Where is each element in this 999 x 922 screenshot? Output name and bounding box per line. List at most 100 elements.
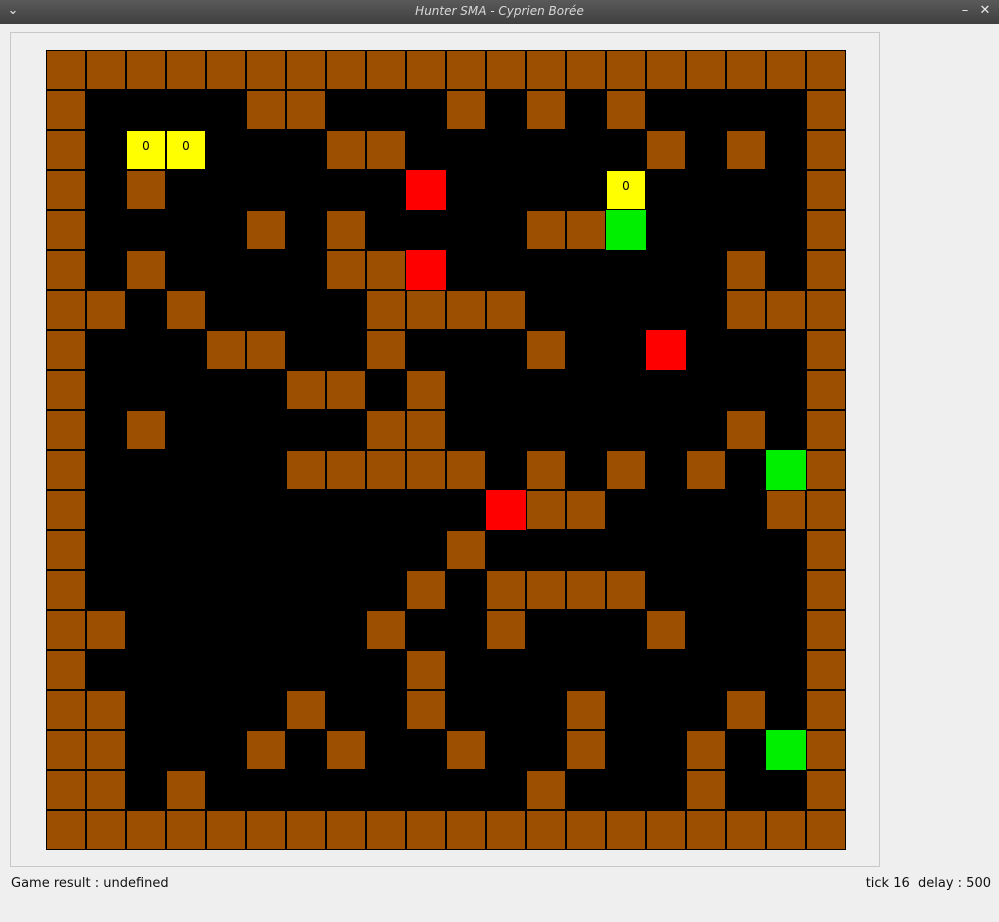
wall-cell [86,610,126,650]
tick-delay-label: tick 16 delay : 500 [865,876,991,891]
wall-cell [366,450,406,490]
wall-cell [286,690,326,730]
wall-cell [46,90,86,130]
wall-cell [166,290,206,330]
wall-cell [446,90,486,130]
wall-cell [766,290,806,330]
wall-cell [726,130,766,170]
wall-cell [286,810,326,850]
wall-cell [246,90,286,130]
wall-cell [46,650,86,690]
wall-cell [806,330,846,370]
wall-cell [326,370,366,410]
wall-cell [806,210,846,250]
wall-cell [566,570,606,610]
wall-cell [46,170,86,210]
wall-cell [46,50,86,90]
wall-cell [246,810,286,850]
wall-cell [726,50,766,90]
wall-cell [806,410,846,450]
wall-cell [326,730,366,770]
wall-cell [566,810,606,850]
wall-cell [166,770,206,810]
wall-cell [806,650,846,690]
wall-cell [526,770,566,810]
wall-cell [566,490,606,530]
wall-cell [246,330,286,370]
wall-cell [366,810,406,850]
wall-cell [806,490,846,530]
wall-cell [366,130,406,170]
wall-cell [446,50,486,90]
red-cell [646,330,686,370]
hunter-cell: 0 [126,130,166,170]
wall-cell [46,410,86,450]
wall-cell [406,570,446,610]
wall-cell [806,290,846,330]
wall-cell [806,770,846,810]
close-icon[interactable]: ✕ [976,2,994,20]
wall-cell [606,570,646,610]
wall-cell [246,730,286,770]
red-cell [406,170,446,210]
title-bar: ⌄ Hunter SMA - Cyprien Borée – ✕ [0,0,999,24]
wall-cell [806,730,846,770]
wall-cell [46,690,86,730]
wall-cell [366,610,406,650]
wall-cell [566,690,606,730]
wall-cell [686,810,726,850]
wall-cell [46,290,86,330]
wall-cell [526,490,566,530]
wall-cell [326,130,366,170]
wall-cell [806,250,846,290]
wall-cell [366,250,406,290]
wall-cell [406,290,446,330]
wall-cell [486,610,526,650]
wall-cell [806,530,846,570]
wall-cell [286,450,326,490]
wall-cell [406,450,446,490]
wall-cell [806,810,846,850]
wall-cell [646,610,686,650]
wall-cell [406,410,446,450]
wall-cell [406,50,446,90]
wall-cell [166,810,206,850]
wall-cell [726,410,766,450]
wall-cell [606,450,646,490]
wall-cell [46,490,86,530]
wall-cell [206,330,246,370]
green-cell [766,450,806,490]
wall-cell [766,490,806,530]
wall-cell [46,570,86,610]
wall-cell [326,810,366,850]
wall-cell [686,450,726,490]
wall-cell [46,730,86,770]
wall-cell [806,50,846,90]
wall-cell [726,690,766,730]
wall-cell [246,210,286,250]
wall-cell [486,50,526,90]
minimize-icon[interactable]: – [956,2,974,20]
wall-cell [486,810,526,850]
wall-cell [126,170,166,210]
wall-cell [46,810,86,850]
wall-cell [566,210,606,250]
wall-cell [246,50,286,90]
wall-cell [46,370,86,410]
wall-cell [46,770,86,810]
wall-cell [646,130,686,170]
wall-cell [46,610,86,650]
wall-cell [446,290,486,330]
wall-cell [206,810,246,850]
wall-cell [686,730,726,770]
wall-cell [606,90,646,130]
wall-cell [326,250,366,290]
window-title: Hunter SMA - Cyprien Borée [415,4,584,18]
wall-cell [406,370,446,410]
wall-cell [86,50,126,90]
wall-cell [526,330,566,370]
wall-cell [366,330,406,370]
wall-cell [326,210,366,250]
wall-cell [766,810,806,850]
wall-cell [726,810,766,850]
